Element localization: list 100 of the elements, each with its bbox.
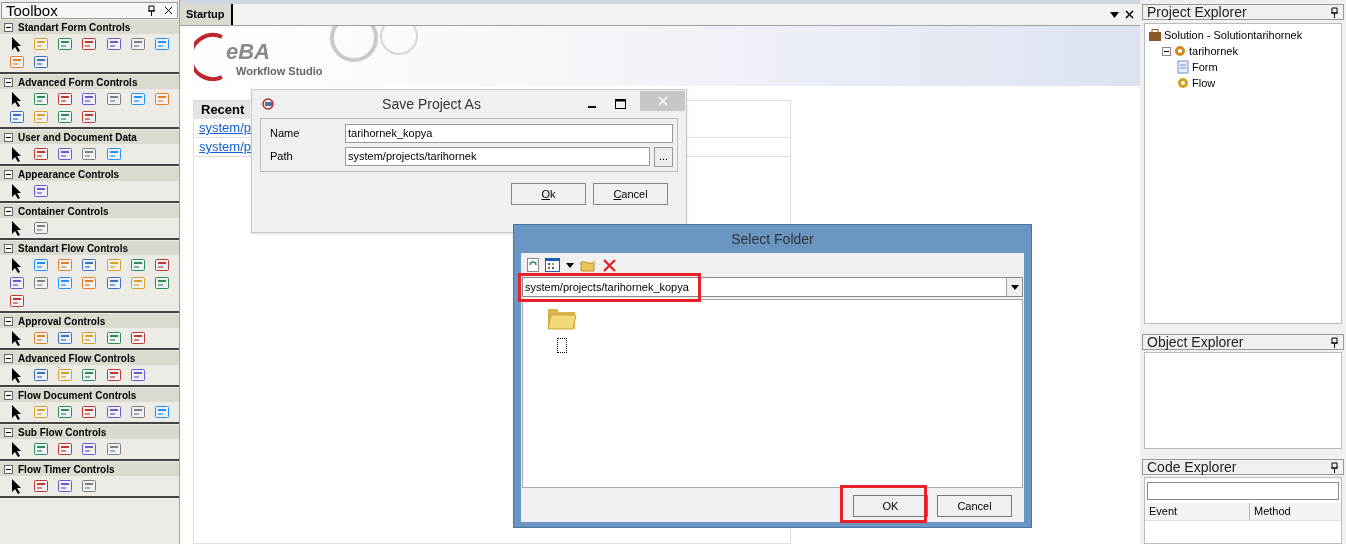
tool-icon[interactable] — [105, 146, 122, 162]
pointer-icon[interactable] — [11, 257, 24, 273]
tool-icon[interactable] — [81, 109, 98, 125]
tool-icon[interactable] — [33, 183, 50, 199]
browse-button[interactable]: ... — [654, 146, 673, 167]
tool-icon[interactable] — [9, 109, 26, 125]
section-header[interactable]: Appearance Controls — [0, 167, 179, 181]
tool-icon[interactable] — [33, 330, 50, 346]
tool-icon[interactable] — [105, 404, 122, 420]
tool-icon[interactable] — [105, 330, 122, 346]
tool-icon[interactable] — [81, 257, 98, 273]
column-header[interactable]: Event — [1145, 503, 1250, 520]
pin-icon[interactable] — [147, 5, 156, 16]
tool-icon[interactable] — [33, 478, 50, 494]
tool-icon[interactable] — [57, 478, 74, 494]
tool-icon[interactable] — [129, 91, 146, 107]
text-field[interactable]: system/projects/tarihornek — [345, 147, 650, 166]
tool-icon[interactable] — [81, 404, 98, 420]
section-header[interactable]: Standart Flow Controls — [0, 241, 179, 255]
text-field[interactable]: tarihornek_kopya — [345, 124, 673, 143]
tool-icon[interactable] — [105, 367, 122, 383]
maximize-icon[interactable] — [615, 99, 626, 109]
tool-icon[interactable] — [9, 275, 26, 291]
tool-icon[interactable] — [105, 441, 122, 457]
tool-icon[interactable] — [153, 404, 170, 420]
tool-icon[interactable] — [33, 441, 50, 457]
tool-icon[interactable] — [57, 330, 74, 346]
tree-item[interactable]: Flow — [1192, 74, 1216, 92]
section-header[interactable]: Approval Controls — [0, 314, 179, 328]
tool-icon[interactable] — [105, 91, 122, 107]
pointer-icon[interactable] — [11, 36, 24, 52]
tool-icon[interactable] — [33, 146, 50, 162]
tool-icon[interactable] — [81, 91, 98, 107]
tree-item[interactable]: Solution - Solutiontarihornek — [1164, 26, 1303, 44]
tool-icon[interactable] — [33, 275, 50, 291]
section-header[interactable]: Flow Document Controls — [0, 388, 179, 402]
refresh-icon[interactable] — [527, 258, 539, 272]
dialog-button[interactable]: Cancel — [937, 495, 1012, 518]
dialog-button[interactable]: Ok — [511, 183, 586, 205]
tool-icon[interactable] — [105, 275, 122, 291]
recent-link[interactable]: system/p — [199, 137, 251, 157]
tool-icon[interactable] — [81, 275, 98, 291]
tool-icon[interactable] — [129, 404, 146, 420]
section-header[interactable]: Advanced Form Controls — [0, 75, 179, 89]
tool-icon[interactable] — [33, 54, 50, 70]
pointer-icon[interactable] — [11, 367, 24, 383]
tool-icon[interactable] — [57, 441, 74, 457]
tool-icon[interactable] — [33, 220, 50, 236]
tool-icon[interactable] — [57, 275, 74, 291]
dropdown-icon[interactable] — [1110, 11, 1119, 18]
tool-icon[interactable] — [129, 330, 146, 346]
tool-icon[interactable] — [33, 91, 50, 107]
pointer-icon[interactable] — [11, 478, 24, 494]
view-icon[interactable] — [545, 258, 560, 272]
section-header[interactable]: Container Controls — [0, 204, 179, 218]
close-icon[interactable] — [1125, 10, 1134, 19]
section-header[interactable]: User and Document Data — [0, 130, 179, 144]
tree-item[interactable]: Form — [1192, 58, 1218, 76]
pointer-icon[interactable] — [11, 404, 24, 420]
tool-icon[interactable] — [81, 441, 98, 457]
pointer-icon[interactable] — [11, 91, 24, 107]
tool-icon[interactable] — [81, 36, 98, 52]
pointer-icon[interactable] — [11, 183, 24, 199]
tool-icon[interactable] — [153, 257, 170, 273]
tool-icon[interactable] — [81, 146, 98, 162]
pin-icon[interactable] — [1330, 6, 1339, 18]
tool-icon[interactable] — [57, 257, 74, 273]
delete-icon[interactable] — [603, 258, 616, 272]
tool-icon[interactable] — [33, 367, 50, 383]
pointer-icon[interactable] — [11, 330, 24, 346]
tool-icon[interactable] — [129, 367, 146, 383]
section-header[interactable]: Advanced Flow Controls — [0, 351, 179, 365]
tool-icon[interactable] — [153, 275, 170, 291]
pointer-icon[interactable] — [11, 220, 24, 236]
tool-icon[interactable] — [105, 36, 122, 52]
tool-icon[interactable] — [33, 257, 50, 273]
dropdown-icon[interactable] — [566, 262, 574, 268]
tool-icon[interactable] — [81, 478, 98, 494]
tool-icon[interactable] — [81, 367, 98, 383]
pin-icon[interactable] — [1330, 461, 1339, 473]
tool-icon[interactable] — [129, 257, 146, 273]
pointer-icon[interactable] — [11, 441, 24, 457]
tool-icon[interactable] — [57, 109, 74, 125]
tool-icon[interactable] — [57, 36, 74, 52]
close-icon[interactable] — [164, 6, 173, 15]
tool-icon[interactable] — [153, 91, 170, 107]
tool-icon[interactable] — [153, 36, 170, 52]
column-header[interactable]: Method — [1250, 503, 1341, 520]
tree-item[interactable]: tarihornek — [1189, 42, 1238, 60]
pin-icon[interactable] — [1330, 336, 1339, 348]
collapse-icon[interactable] — [1162, 46, 1171, 56]
document-tab[interactable]: Startup — [180, 4, 233, 25]
tool-icon[interactable] — [57, 91, 74, 107]
section-header[interactable]: Standart Form Controls — [0, 20, 179, 34]
tool-icon[interactable] — [129, 36, 146, 52]
dialog-button[interactable]: OK — [853, 495, 928, 518]
dialog-button[interactable]: Cancel — [593, 183, 668, 205]
recent-link[interactable]: system/p — [199, 118, 251, 138]
section-header[interactable]: Sub Flow Controls — [0, 425, 179, 439]
tool-icon[interactable] — [57, 404, 74, 420]
